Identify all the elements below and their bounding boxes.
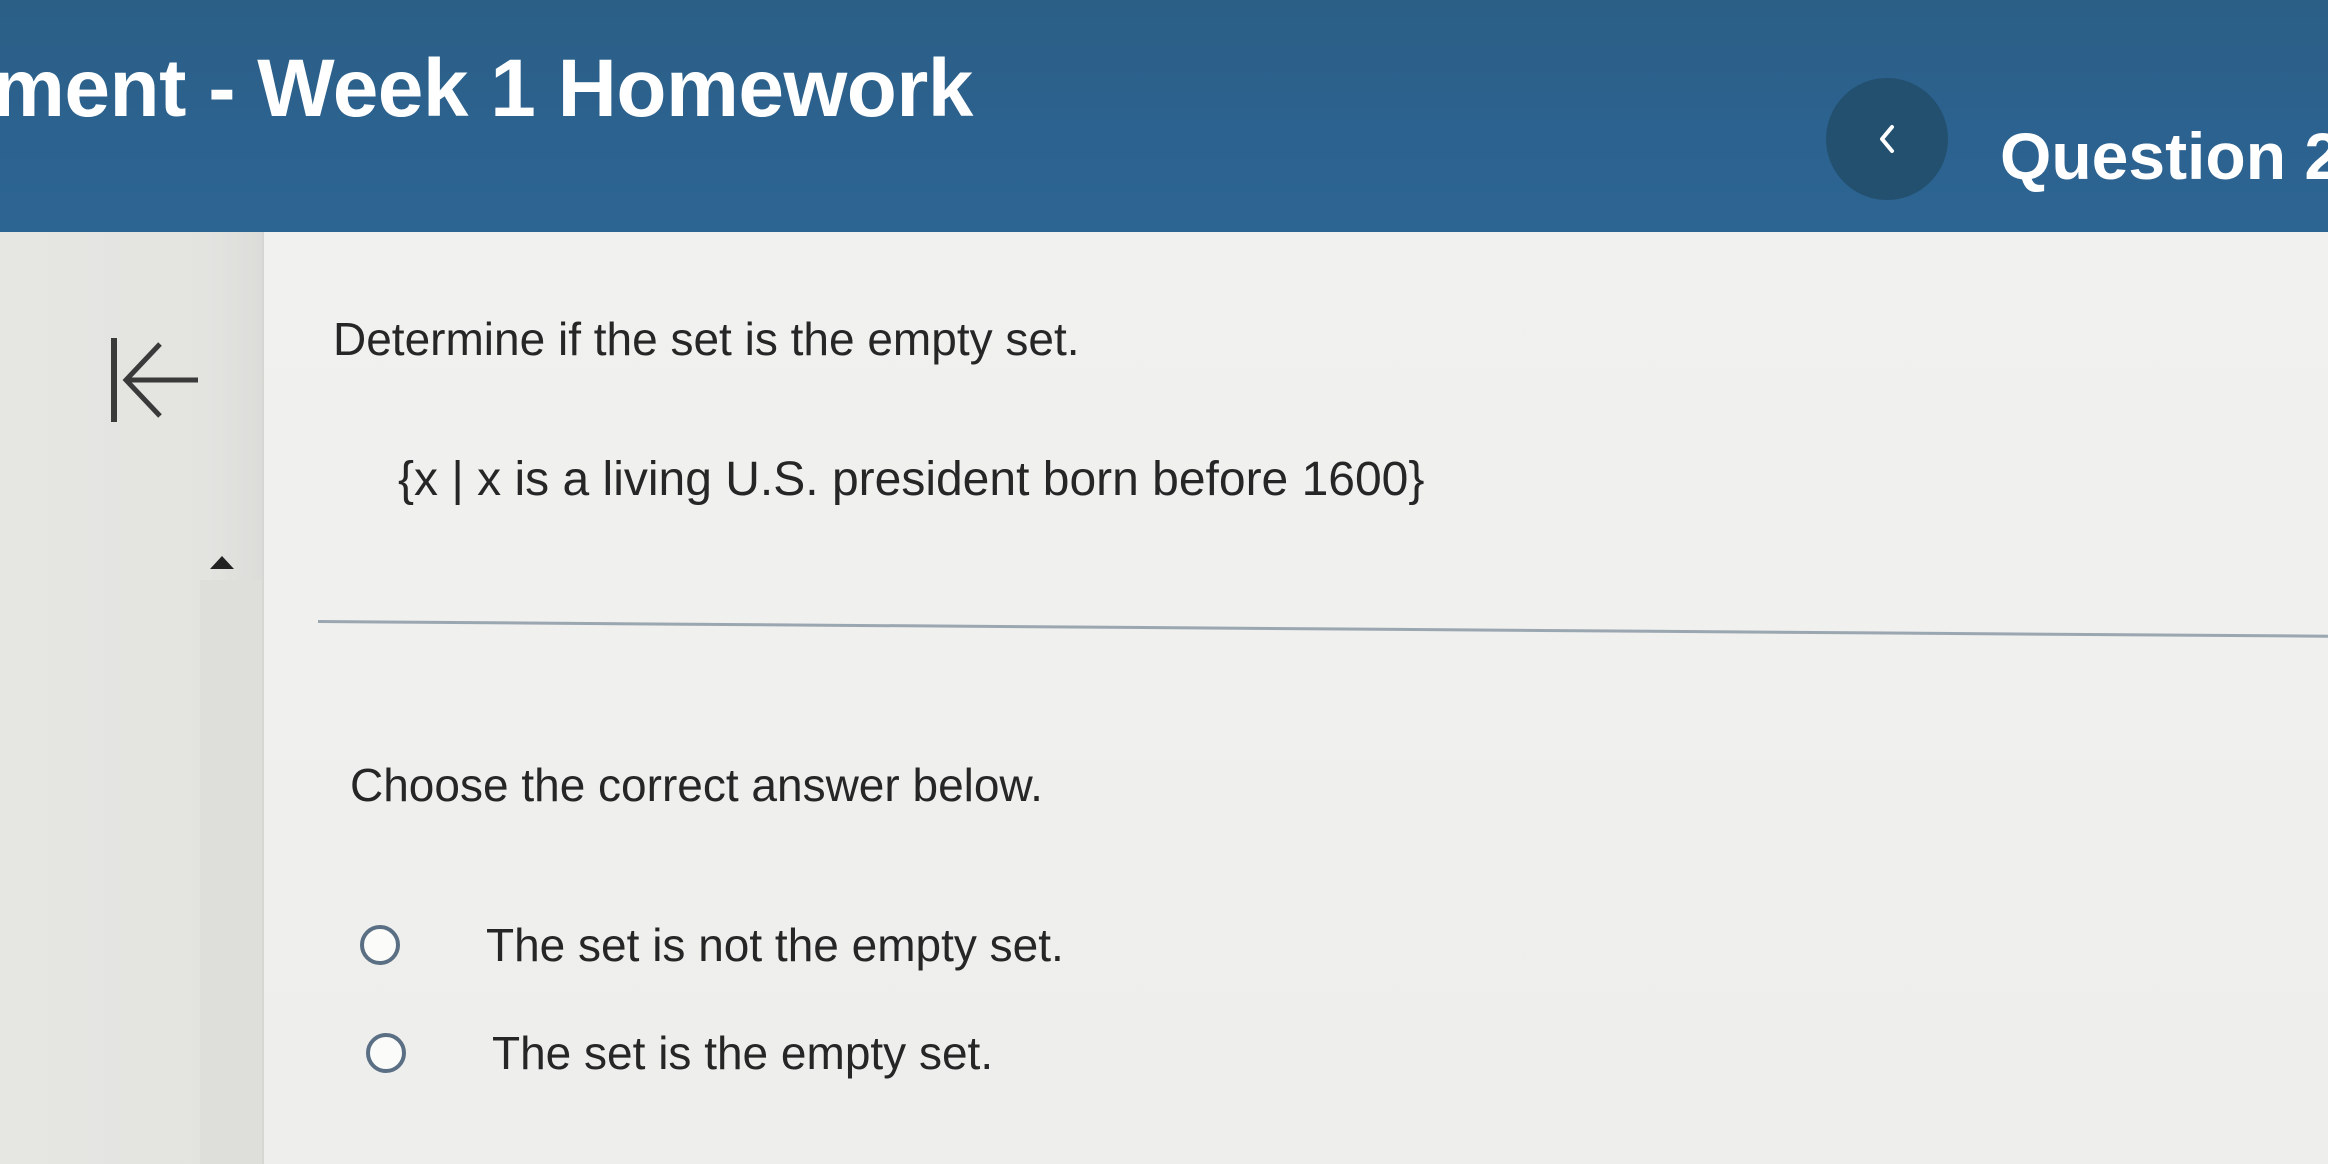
first-page-arrow-icon[interactable] bbox=[108, 330, 200, 430]
question-prompt: Determine if the set is the empty set. bbox=[333, 313, 1080, 365]
answer-option-not-empty[interactable]: The set is not the empty set. bbox=[360, 918, 1064, 972]
radio-button[interactable] bbox=[360, 925, 400, 965]
answer-option-label: The set is not the empty set. bbox=[486, 919, 1064, 971]
answer-option-label: The set is the empty set. bbox=[492, 1027, 994, 1079]
assignment-title: ment - Week 1 Homework bbox=[0, 43, 973, 134]
triangle-up-icon[interactable] bbox=[210, 556, 234, 569]
chevron-left-icon bbox=[1880, 125, 1894, 153]
question-number-label: Question 2 bbox=[2000, 119, 2328, 193]
question-content bbox=[262, 232, 2328, 1164]
radio-button[interactable] bbox=[366, 1033, 406, 1073]
answer-option-empty[interactable]: The set is the empty set. bbox=[366, 1026, 993, 1080]
set-expression: {x | x is a living U.S. president born b… bbox=[398, 453, 1425, 506]
previous-question-button[interactable] bbox=[1826, 78, 1948, 200]
top-bar: ment - Week 1 Homework Question 2 bbox=[0, 0, 2328, 232]
answer-instruction: Choose the correct answer below. bbox=[350, 759, 1043, 811]
